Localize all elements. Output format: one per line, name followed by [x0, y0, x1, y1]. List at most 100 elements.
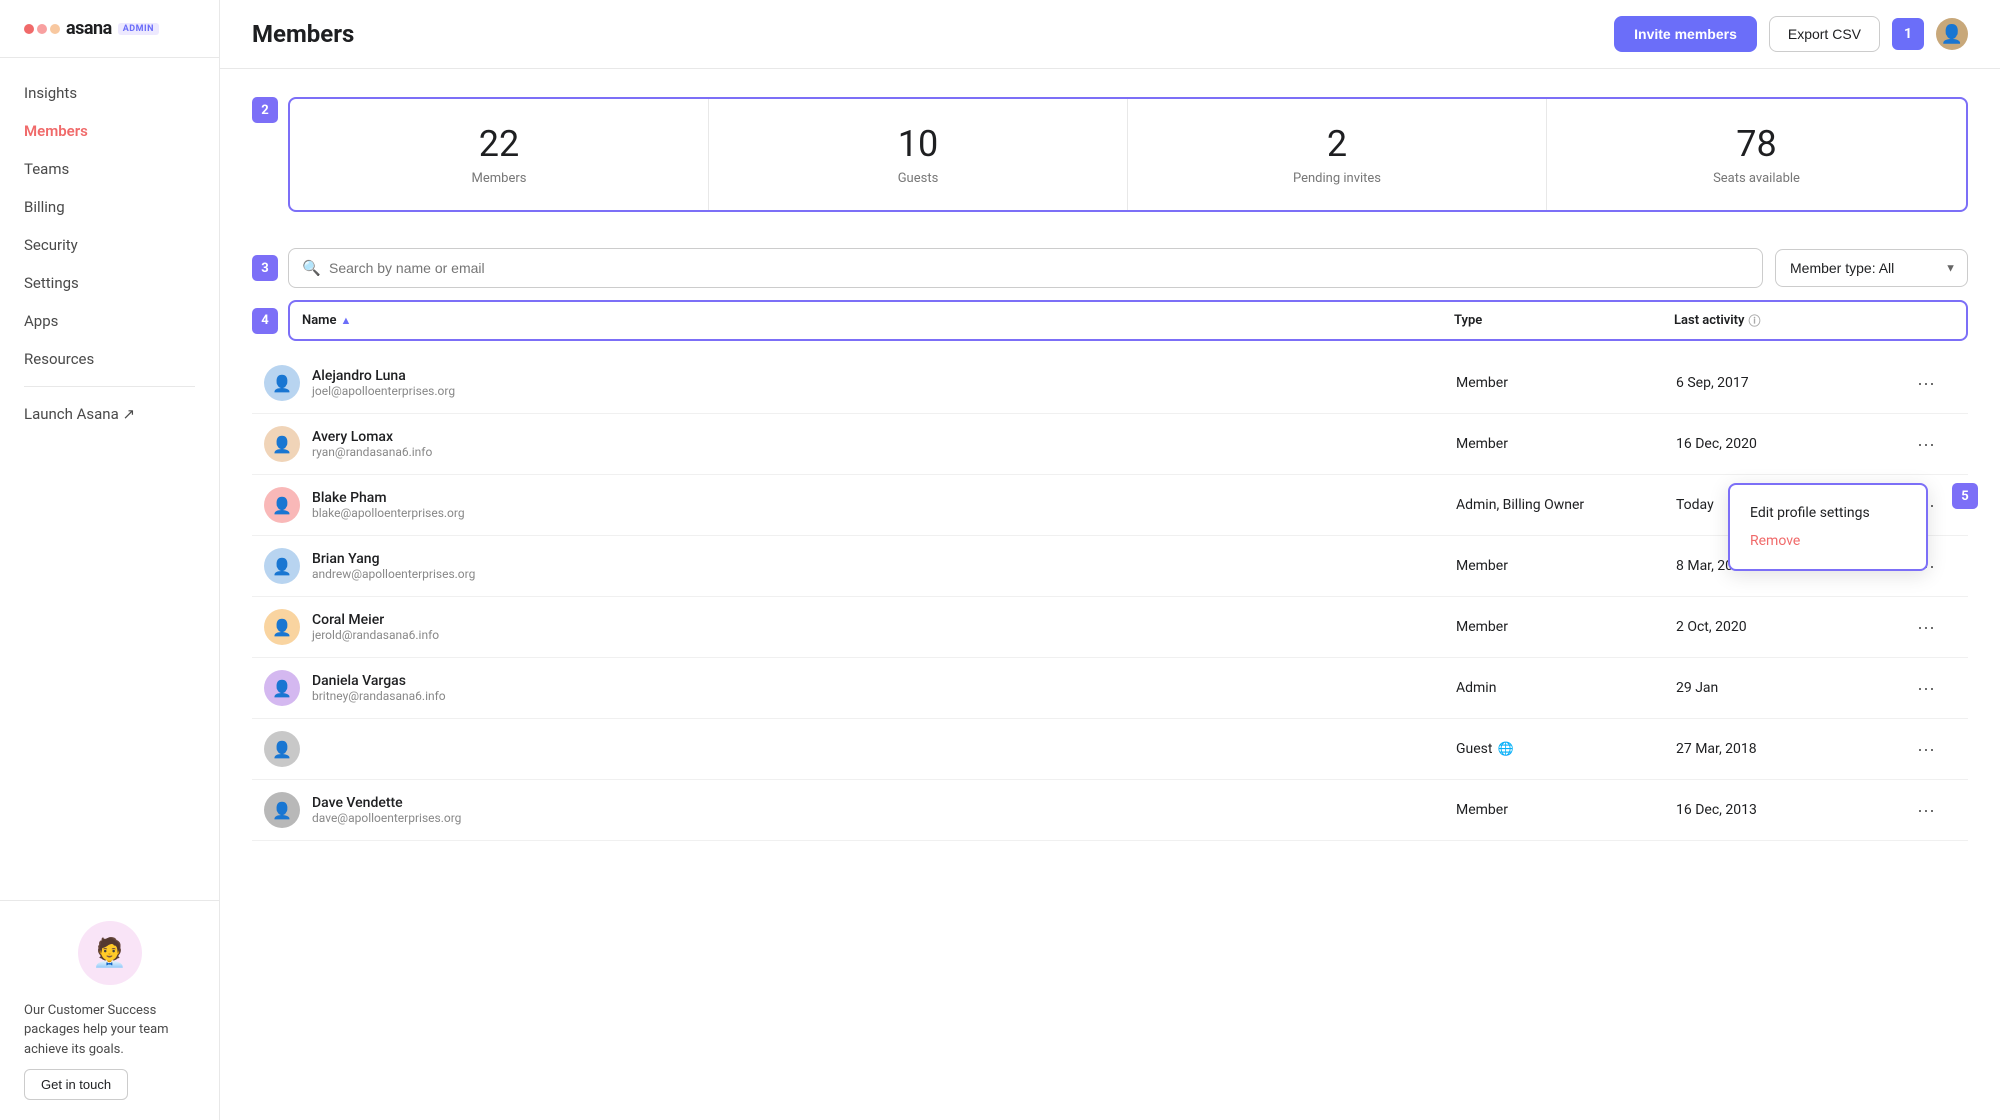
edit-profile-settings-option[interactable]: Edit profile settings — [1750, 501, 1906, 525]
user-avatar[interactable]: 👤 — [1936, 18, 1968, 50]
member-name: Dave Vendette — [312, 795, 461, 811]
more-options-button[interactable]: ··· — [1896, 735, 1956, 764]
search-input[interactable] — [288, 248, 1763, 288]
asana-logo: asana ADMIN — [24, 18, 159, 39]
stat-seats-label: Seats available — [1563, 171, 1950, 186]
member-type: Member — [1456, 558, 1676, 574]
sidebar: asana ADMIN Insights Members Teams Billi… — [0, 0, 220, 1120]
topbar-actions: Invite members Export CSV 1 👤 — [1614, 16, 1968, 52]
sidebar-item-label: Billing — [24, 198, 65, 216]
stats-row: 22 Members 10 Guests 2 Pending invites 7… — [288, 97, 1968, 212]
logo-dot-orange — [50, 24, 60, 34]
sidebar-item-label: Resources — [24, 350, 94, 368]
stats-section: 2 22 Members 10 Guests 2 Pending invites… — [252, 97, 1968, 236]
table-row: 👤 Dave Vendette dave@apolloenterprises.o… — [252, 780, 1968, 841]
info-icon[interactable]: ⓘ — [1749, 312, 1761, 329]
stat-members: 22 Members — [290, 99, 709, 210]
sort-ascending-icon: ▲ — [340, 314, 351, 327]
launch-asana-link[interactable]: Launch Asana ↗ — [0, 395, 219, 433]
more-options-button[interactable]: ··· — [1896, 674, 1956, 703]
member-activity: 16 Dec, 2020 — [1676, 436, 1896, 452]
sidebar-item-label: Settings — [24, 274, 79, 292]
col-name-label: Name — [302, 313, 336, 328]
member-type: Member — [1456, 375, 1676, 391]
sidebar-divider — [24, 386, 195, 387]
sidebar-item-label: Insights — [24, 84, 77, 102]
avatar: 👤 — [264, 670, 300, 706]
member-email: blake@apolloenterprises.org — [312, 506, 465, 520]
avatar: 👤 — [264, 731, 300, 767]
user-count-badge[interactable]: 1 — [1892, 18, 1924, 50]
member-activity: 29 Jan — [1676, 680, 1896, 696]
member-info: Avery Lomax ryan@randasana6.info — [312, 429, 432, 459]
stat-seats-value: 78 — [1563, 123, 1950, 165]
more-options-button[interactable]: ··· — [1896, 430, 1956, 459]
member-name: Blake Pham — [312, 490, 465, 506]
member-email: britney@randasana6.info — [312, 689, 446, 703]
member-email: dave@apolloenterprises.org — [312, 811, 461, 825]
member-type: Guest 🌐 — [1456, 741, 1676, 757]
success-text: Our Customer Success packages help your … — [24, 1001, 195, 1060]
member-info: Dave Vendette dave@apolloenterprises.org — [312, 795, 461, 825]
member-type: Member — [1456, 802, 1676, 818]
member-email: ryan@randasana6.info — [312, 445, 432, 459]
stat-guests-value: 10 — [725, 123, 1111, 165]
member-type: Member — [1456, 619, 1676, 635]
member-cell: 👤 Dave Vendette dave@apolloenterprises.o… — [264, 792, 1456, 828]
member-cell: 👤 Alejandro Luna joel@apolloenterprises.… — [264, 365, 1456, 401]
stat-members-value: 22 — [306, 123, 692, 165]
export-csv-button[interactable]: Export CSV — [1769, 16, 1880, 52]
success-illustration: 🧑‍💼 — [78, 921, 142, 985]
member-type-select[interactable]: Member type: All Member type: Member Mem… — [1775, 249, 1968, 287]
table-row: 👤 Coral Meier jerold@randasana6.info Mem… — [252, 597, 1968, 658]
avatar: 👤 — [264, 426, 300, 462]
sidebar-item-security[interactable]: Security — [0, 226, 219, 264]
sidebar-item-teams[interactable]: Teams — [0, 150, 219, 188]
invite-members-button[interactable]: Invite members — [1614, 16, 1757, 52]
member-info: Alejandro Luna joel@apolloenterprises.or… — [312, 368, 455, 398]
avatar: 👤 — [264, 365, 300, 401]
more-options-button[interactable]: ··· — [1896, 369, 1956, 398]
col-activity-label: Last activity — [1674, 313, 1745, 328]
member-cell: 👤 Coral Meier jerold@randasana6.info — [264, 609, 1456, 645]
stat-guests: 10 Guests — [709, 99, 1128, 210]
search-icon: 🔍 — [302, 259, 321, 277]
member-type: Member — [1456, 436, 1676, 452]
sidebar-item-apps[interactable]: Apps — [0, 302, 219, 340]
more-options-button[interactable]: ··· — [1896, 796, 1956, 825]
member-cell: 👤 Blake Pham blake@apolloenterprises.org — [264, 487, 1456, 523]
avatar: 👤 — [264, 792, 300, 828]
get-in-touch-button[interactable]: Get in touch — [24, 1069, 128, 1100]
table-body: 👤 Alejandro Luna joel@apolloenterprises.… — [252, 353, 1968, 841]
sidebar-item-label: Teams — [24, 160, 69, 178]
sidebar-item-resources[interactable]: Resources — [0, 340, 219, 378]
avatar: 👤 — [264, 548, 300, 584]
col-type-label: Type — [1454, 313, 1482, 328]
member-info: Coral Meier jerold@randasana6.info — [312, 612, 439, 642]
table-header: Name ▲ Type Last activity ⓘ — [288, 300, 1968, 341]
table-row: 👤 Brian Yang andrew@apolloenterprises.or… — [252, 536, 1968, 597]
table-row: 👤 Alejandro Luna joel@apolloenterprises.… — [252, 353, 1968, 414]
member-cell: 👤 — [264, 731, 1456, 767]
search-row: 🔍 Member type: All Member type: Member M… — [288, 248, 1968, 288]
customer-success-card: 🧑‍💼 Our Customer Success packages help y… — [24, 921, 195, 1101]
sidebar-bottom: 🧑‍💼 Our Customer Success packages help y… — [0, 900, 219, 1120]
logo-dot-red — [24, 24, 34, 34]
stat-pending-label: Pending invites — [1144, 171, 1530, 186]
admin-badge: ADMIN — [118, 23, 159, 35]
sidebar-item-settings[interactable]: Settings — [0, 264, 219, 302]
logo-dot-pink — [37, 24, 47, 34]
member-name: Daniela Vargas — [312, 673, 446, 689]
search-wrap: 🔍 — [288, 248, 1763, 288]
page-title: Members — [252, 20, 354, 48]
col-header-name[interactable]: Name ▲ — [302, 312, 1454, 329]
sidebar-item-billing[interactable]: Billing — [0, 188, 219, 226]
table-row: 👤 Blake Pham blake@apolloenterprises.org… — [252, 475, 1968, 536]
member-cell: 👤 Daniela Vargas britney@randasana6.info — [264, 670, 1456, 706]
sidebar-item-members[interactable]: Members — [0, 112, 219, 150]
more-options-button[interactable]: ··· — [1896, 613, 1956, 642]
sidebar-item-insights[interactable]: Insights — [0, 74, 219, 112]
avatar: 👤 — [264, 487, 300, 523]
remove-member-option[interactable]: Remove — [1750, 529, 1906, 553]
member-activity: 16 Dec, 2013 — [1676, 802, 1896, 818]
